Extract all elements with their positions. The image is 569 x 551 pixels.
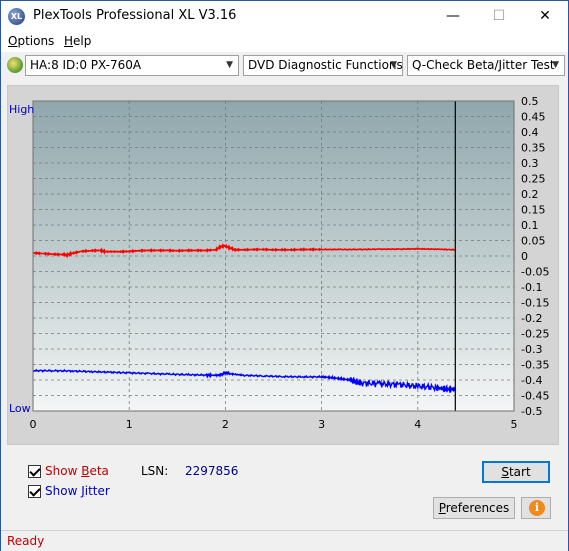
status-text: Ready (7, 534, 45, 548)
title-bar[interactable]: XL PlexTools Professional XL V3.16 — ☐ ✕ (1, 1, 568, 31)
show-beta-pre: Show (45, 464, 82, 478)
start-button-accel: S (501, 465, 509, 479)
window-title: PlexTools Professional XL V3.16 (33, 8, 237, 23)
info-icon: i (529, 500, 545, 516)
drive-icon (7, 57, 23, 73)
y-tick-label: 0.15 (521, 204, 546, 217)
y-tick-label: 0.35 (521, 142, 546, 155)
test-select-value: Q-Check Beta/Jitter Test (412, 58, 555, 72)
y-tick-label: 0.05 (521, 235, 546, 248)
y-tick-label: 0.5 (521, 95, 539, 108)
maximize-button[interactable]: ☐ (476, 1, 522, 31)
y-tick-label: -0.2 (521, 312, 542, 325)
drive-select-value: HA:8 ID:0 PX-760A (30, 58, 142, 72)
beta-jitter-chart: High Low 0 1 2 3 4 5 0.5 0.45 0.4 0.35 0.3 0.25 0.2… (9, 95, 549, 431)
x-tick-label: 1 (126, 418, 133, 431)
menu-options-label: ptions (17, 34, 55, 48)
y-tick-label: 0.25 (521, 173, 546, 186)
controls-panel: Show Beta Show Jitter LSN: 2297856 Start… (7, 451, 559, 525)
show-jitter-checkbox[interactable] (28, 485, 41, 498)
y-tick-label: 0.4 (521, 126, 539, 139)
close-button[interactable]: ✕ (522, 1, 568, 31)
y-tick-label: 0.1 (521, 219, 539, 232)
start-button[interactable]: Start (482, 461, 550, 483)
chevron-down-icon: ▼ (390, 60, 397, 70)
x-tick-label: 3 (318, 418, 325, 431)
menu-help[interactable]: Help (64, 34, 91, 48)
y-tick-label: -0.25 (521, 328, 549, 341)
x-tick-label: 0 (30, 418, 37, 431)
show-beta-checkbox[interactable] (28, 465, 41, 478)
status-bar: Ready (1, 530, 568, 551)
show-jitter-rest: itter (84, 484, 110, 498)
lsn-label: LSN: (141, 464, 169, 478)
y-tick-label: -0.4 (521, 374, 542, 387)
function-select[interactable]: DVD Diagnostic Functions ▼ (243, 55, 403, 76)
y-left-label-high: High (9, 103, 34, 116)
preferences-button-accel: P (438, 501, 446, 515)
chevron-down-icon: ▼ (226, 60, 233, 70)
menu-help-accel: H (64, 34, 74, 48)
chart-panel: High Low 0 1 2 3 4 5 0.5 0.45 0.4 0.35 0.3 0.25 0.2… (7, 85, 559, 445)
y-tick-label: -0.3 (521, 343, 542, 356)
lsn-value: 2297856 (185, 464, 239, 478)
info-button[interactable]: i (521, 497, 551, 519)
y-tick-label: -0.45 (521, 390, 549, 403)
preferences-button-label: references (445, 501, 510, 515)
y-tick-label: -0.15 (521, 297, 549, 310)
chevron-down-icon: ▼ (552, 60, 559, 70)
show-jitter-label[interactable]: Show Jitter (45, 484, 110, 498)
drive-select[interactable]: HA:8 ID:0 PX-760A ▼ (25, 55, 239, 76)
start-button-label: tart (508, 465, 531, 479)
y-tick-label: -0.35 (521, 359, 549, 372)
show-beta-label[interactable]: Show Beta (45, 464, 109, 478)
app-logo-icon: XL (8, 8, 25, 25)
y-tick-label: 0.3 (521, 157, 539, 170)
y-left-label-low: Low (9, 402, 31, 415)
x-tick-label: 2 (222, 418, 229, 431)
y-tick-label: -0.05 (521, 266, 549, 279)
x-tick-labels: 0 1 2 3 4 5 (30, 418, 518, 431)
grid (33, 101, 514, 411)
show-beta-rest: eta (89, 464, 109, 478)
test-select[interactable]: Q-Check Beta/Jitter Test ▼ (407, 55, 565, 76)
show-jitter-pre: Show (45, 484, 82, 498)
y-tick-label: -0.5 (521, 405, 542, 418)
y-tick-label: 0 (521, 250, 528, 263)
preferences-button[interactable]: Preferences (433, 497, 515, 519)
y-tick-label: 0.45 (521, 111, 546, 124)
menu-help-label: elp (73, 34, 92, 48)
x-tick-label: 4 (414, 418, 421, 431)
app-window: XL PlexTools Professional XL V3.16 — ☐ ✕… (0, 0, 569, 551)
y-tick-label: 0.2 (521, 188, 539, 201)
menu-options[interactable]: Options (8, 34, 54, 48)
minimize-button[interactable]: — (430, 1, 476, 31)
function-select-value: DVD Diagnostic Functions (248, 58, 403, 72)
menu-bar: Options Help (1, 31, 568, 52)
y-tick-label: -0.1 (521, 281, 542, 294)
y-right-tick-labels: 0.5 0.45 0.4 0.35 0.3 0.25 0.2 0.15 0.1 0.05 0 -0.0… (521, 95, 549, 418)
x-tick-label: 5 (511, 418, 518, 431)
